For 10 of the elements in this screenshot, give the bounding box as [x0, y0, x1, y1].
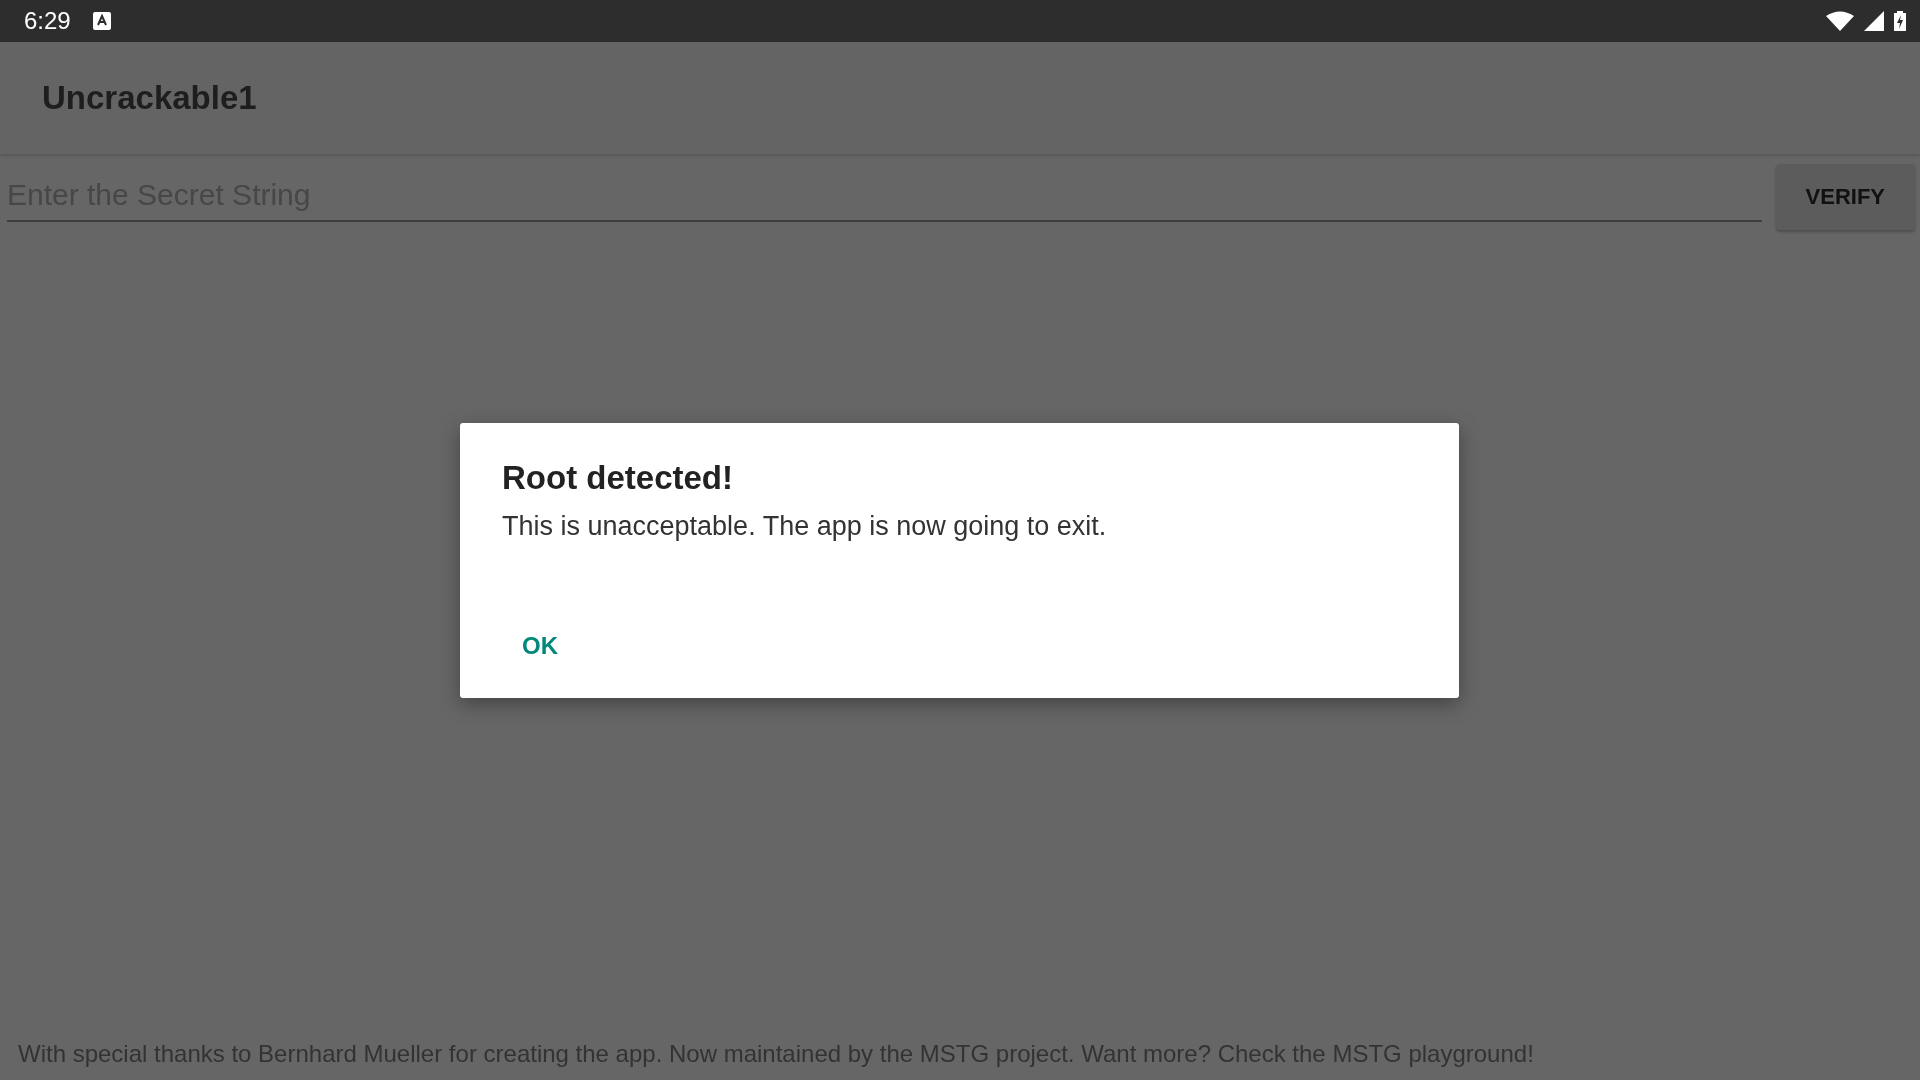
ok-button[interactable]: OK — [502, 618, 578, 674]
signal-icon — [1864, 11, 1884, 31]
status-time: 6:29 — [24, 7, 71, 35]
battery-charging-icon — [1894, 11, 1906, 31]
dialog-message: This is unacceptable. The app is now going to exit. — [502, 511, 1108, 542]
keyboard-notification-icon — [92, 12, 111, 30]
wifi-icon — [1826, 11, 1854, 31]
app-title: Uncrackable1 — [42, 79, 257, 117]
verify-button[interactable]: VERIFY — [1775, 164, 1915, 230]
dialog-title: Root detected! — [502, 459, 734, 497]
